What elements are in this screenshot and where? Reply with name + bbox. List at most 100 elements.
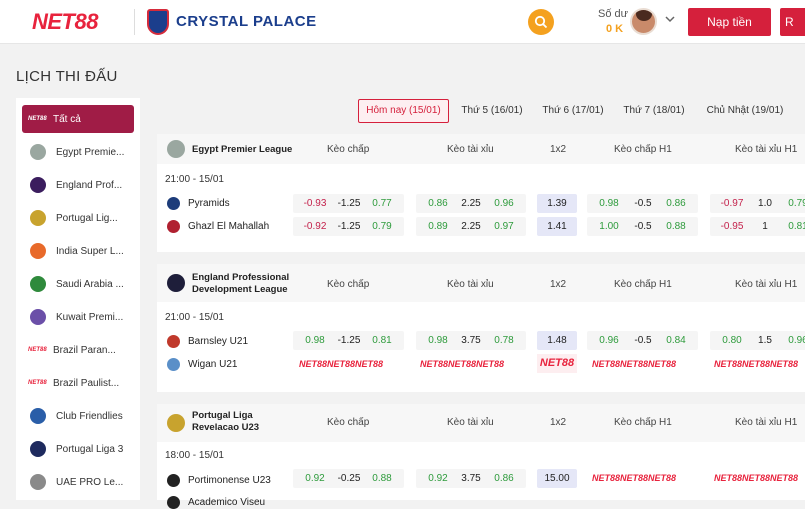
- league-crest-icon: [167, 140, 185, 158]
- team-name: Portimonense U23: [188, 475, 271, 486]
- sidebar-item-brazil-paulista[interactable]: NET88 Brazil Paulist...: [22, 369, 134, 397]
- top-header: NET88 CRYSTAL PALACE Số dư 0 K Nạp tiền …: [0, 0, 805, 44]
- sidebar-item-england[interactable]: England Prof...: [22, 171, 134, 199]
- sidebar-item-saudi[interactable]: Saudi Arabia ...: [22, 270, 134, 298]
- col-handicap: Kèo chấp: [327, 144, 370, 155]
- match-time: 18:00 - 15/01: [165, 450, 224, 461]
- tab-sun[interactable]: Chủ Nhật (19/01): [699, 99, 791, 123]
- league-block: Portugal Liga Revelacao U23 Kèo chấp Kèo…: [157, 404, 805, 509]
- league-crest-icon: [30, 309, 46, 325]
- net88-icon: NET88: [28, 380, 47, 386]
- sidebar-item-label: Kuwait Premi...: [56, 311, 124, 323]
- odds-cell-1x2[interactable]: 1.41: [537, 217, 577, 236]
- team-away: Ghazl El Mahallah: [167, 220, 269, 233]
- sidebar-item-club-friendlies[interactable]: Club Friendlies: [22, 402, 134, 430]
- odds-cell[interactable]: 0.79: [360, 217, 404, 236]
- odds-cell[interactable]: 0.86: [482, 469, 526, 488]
- col-over-under: Kèo tài xỉu: [447, 279, 494, 290]
- locked-odds-icon: NET88NET88NET88: [592, 473, 677, 483]
- odds-cell-1x2[interactable]: 1.48: [537, 331, 577, 350]
- page-title: LỊCH THI ĐẤU: [16, 68, 118, 85]
- sidebar-item-label: India Super L...: [56, 245, 124, 257]
- locked-odds-icon: NET88NET88NET88: [592, 359, 677, 369]
- league-crest-icon: [30, 441, 46, 457]
- locked-odds-icon: NET88: [537, 354, 577, 373]
- sidebar-item-all[interactable]: NET88 Tất cả: [22, 105, 134, 133]
- sidebar-item-uae[interactable]: UAE PRO Le...: [22, 468, 134, 496]
- match-time: 21:00 - 15/01: [165, 174, 224, 185]
- odds-cell[interactable]: 0.77: [360, 194, 404, 213]
- odds-cell[interactable]: 0.88: [654, 217, 698, 236]
- odds-cell[interactable]: 0.84: [654, 331, 698, 350]
- odds-cell[interactable]: 0.86: [654, 194, 698, 213]
- odds-cell-1x2[interactable]: 1.39: [537, 194, 577, 213]
- league-name: Egypt Premier League: [192, 144, 293, 155]
- sidebar-item-portugal[interactable]: Portugal Lig...: [22, 204, 134, 232]
- register-button[interactable]: R: [780, 8, 805, 36]
- league-crest-icon: [30, 144, 46, 160]
- league-header: Egypt Premier League Kèo chấp Kèo tài xỉ…: [157, 134, 805, 164]
- odds-cell-1x2[interactable]: 15.00: [537, 469, 577, 488]
- league-crest-icon: [167, 274, 185, 292]
- team-home: Pyramids: [167, 197, 230, 210]
- sidebar-item-label: Brazil Paulist...: [53, 377, 120, 389]
- tab-today[interactable]: Hôm nay (15/01): [358, 99, 449, 123]
- odds-cell[interactable]: 0.96: [776, 331, 805, 350]
- league-crest-icon: [30, 177, 46, 193]
- odds-cell[interactable]: 0.97: [482, 217, 526, 236]
- sidebar-item-label: Portugal Lig...: [56, 212, 118, 224]
- col-over-under-h1: Kèo tài xỉu H1: [735, 144, 798, 155]
- team-away: Wigan U21: [167, 358, 237, 371]
- col-over-under-h1: Kèo tài xỉu H1: [735, 279, 798, 290]
- col-handicap-h1: Kèo chấp H1: [614, 144, 672, 155]
- sidebar-item-portugal-liga-3[interactable]: Portugal Liga 3: [22, 435, 134, 463]
- sidebar-item-egypt[interactable]: Egypt Premie...: [22, 138, 134, 166]
- team-crest-icon: [167, 197, 180, 210]
- odds-cell[interactable]: 0.96: [482, 194, 526, 213]
- balance-value: 0 K: [606, 23, 624, 35]
- league-crest-icon: [30, 408, 46, 424]
- team-home: Barnsley U21: [167, 335, 248, 348]
- league-header: Portugal Liga Revelacao U23 Kèo chấp Kèo…: [157, 404, 805, 442]
- chevron-down-icon[interactable]: [665, 15, 675, 23]
- sidebar-item-india[interactable]: India Super L...: [22, 237, 134, 265]
- odds-cell[interactable]: 0.81: [360, 331, 404, 350]
- league-crest-icon: [30, 474, 46, 490]
- team-crest-icon: [167, 335, 180, 348]
- league-sidebar: NET88 Tất cả Egypt Premie... England Prof…: [16, 98, 140, 500]
- team-name: Wigan U21: [188, 359, 238, 370]
- team-name: Ghazl El Mahallah: [188, 221, 270, 232]
- sidebar-item-label: Brazil Paran...: [53, 344, 116, 356]
- sidebar-item-brazil-parana[interactable]: NET88 Brazil Paran...: [22, 336, 134, 364]
- avatar[interactable]: [630, 8, 657, 35]
- odds-cell[interactable]: 0.81: [776, 217, 805, 236]
- team-name: Barnsley U21: [188, 336, 249, 347]
- sidebar-item-label: Club Friendlies: [56, 410, 123, 422]
- search-icon: [534, 15, 548, 29]
- search-button[interactable]: [528, 9, 554, 35]
- league-header: England Professional Development League …: [157, 264, 805, 302]
- deposit-button[interactable]: Nạp tiền: [688, 8, 771, 36]
- team-name: Academico Viseu: [188, 497, 266, 508]
- sidebar-item-label: Tất cả: [53, 113, 81, 125]
- tab-thu[interactable]: Thứ 5 (16/01): [456, 99, 528, 123]
- sidebar-item-kuwait[interactable]: Kuwait Premi...: [22, 303, 134, 331]
- col-handicap: Kèo chấp: [327, 417, 370, 428]
- team-crest-icon: [167, 358, 180, 371]
- team-home: Portimonense U23: [167, 474, 271, 487]
- league-block: Egypt Premier League Kèo chấp Kèo tài xỉ…: [157, 134, 805, 252]
- odds-cell[interactable]: 0.78: [482, 331, 526, 350]
- locked-odds-icon: NET88NET88NET88: [420, 359, 505, 369]
- odds-cell[interactable]: 0.88: [360, 469, 404, 488]
- col-over-under: Kèo tài xỉu: [447, 417, 494, 428]
- sidebar-item-label: Egypt Premie...: [56, 146, 125, 158]
- sidebar-item-label: England Prof...: [56, 179, 123, 191]
- col-1x2: 1x2: [550, 144, 567, 155]
- tab-sat[interactable]: Thứ 7 (18/01): [618, 99, 690, 123]
- net88-logo[interactable]: NET88: [32, 9, 98, 35]
- locked-odds-icon: NET88NET88NET88: [714, 473, 799, 483]
- col-handicap-h1: Kèo chấp H1: [614, 279, 672, 290]
- locked-odds-icon: NET88NET88NET88: [714, 359, 799, 369]
- tab-fri[interactable]: Thứ 6 (17/01): [537, 99, 609, 123]
- odds-cell[interactable]: 0.79: [776, 194, 805, 213]
